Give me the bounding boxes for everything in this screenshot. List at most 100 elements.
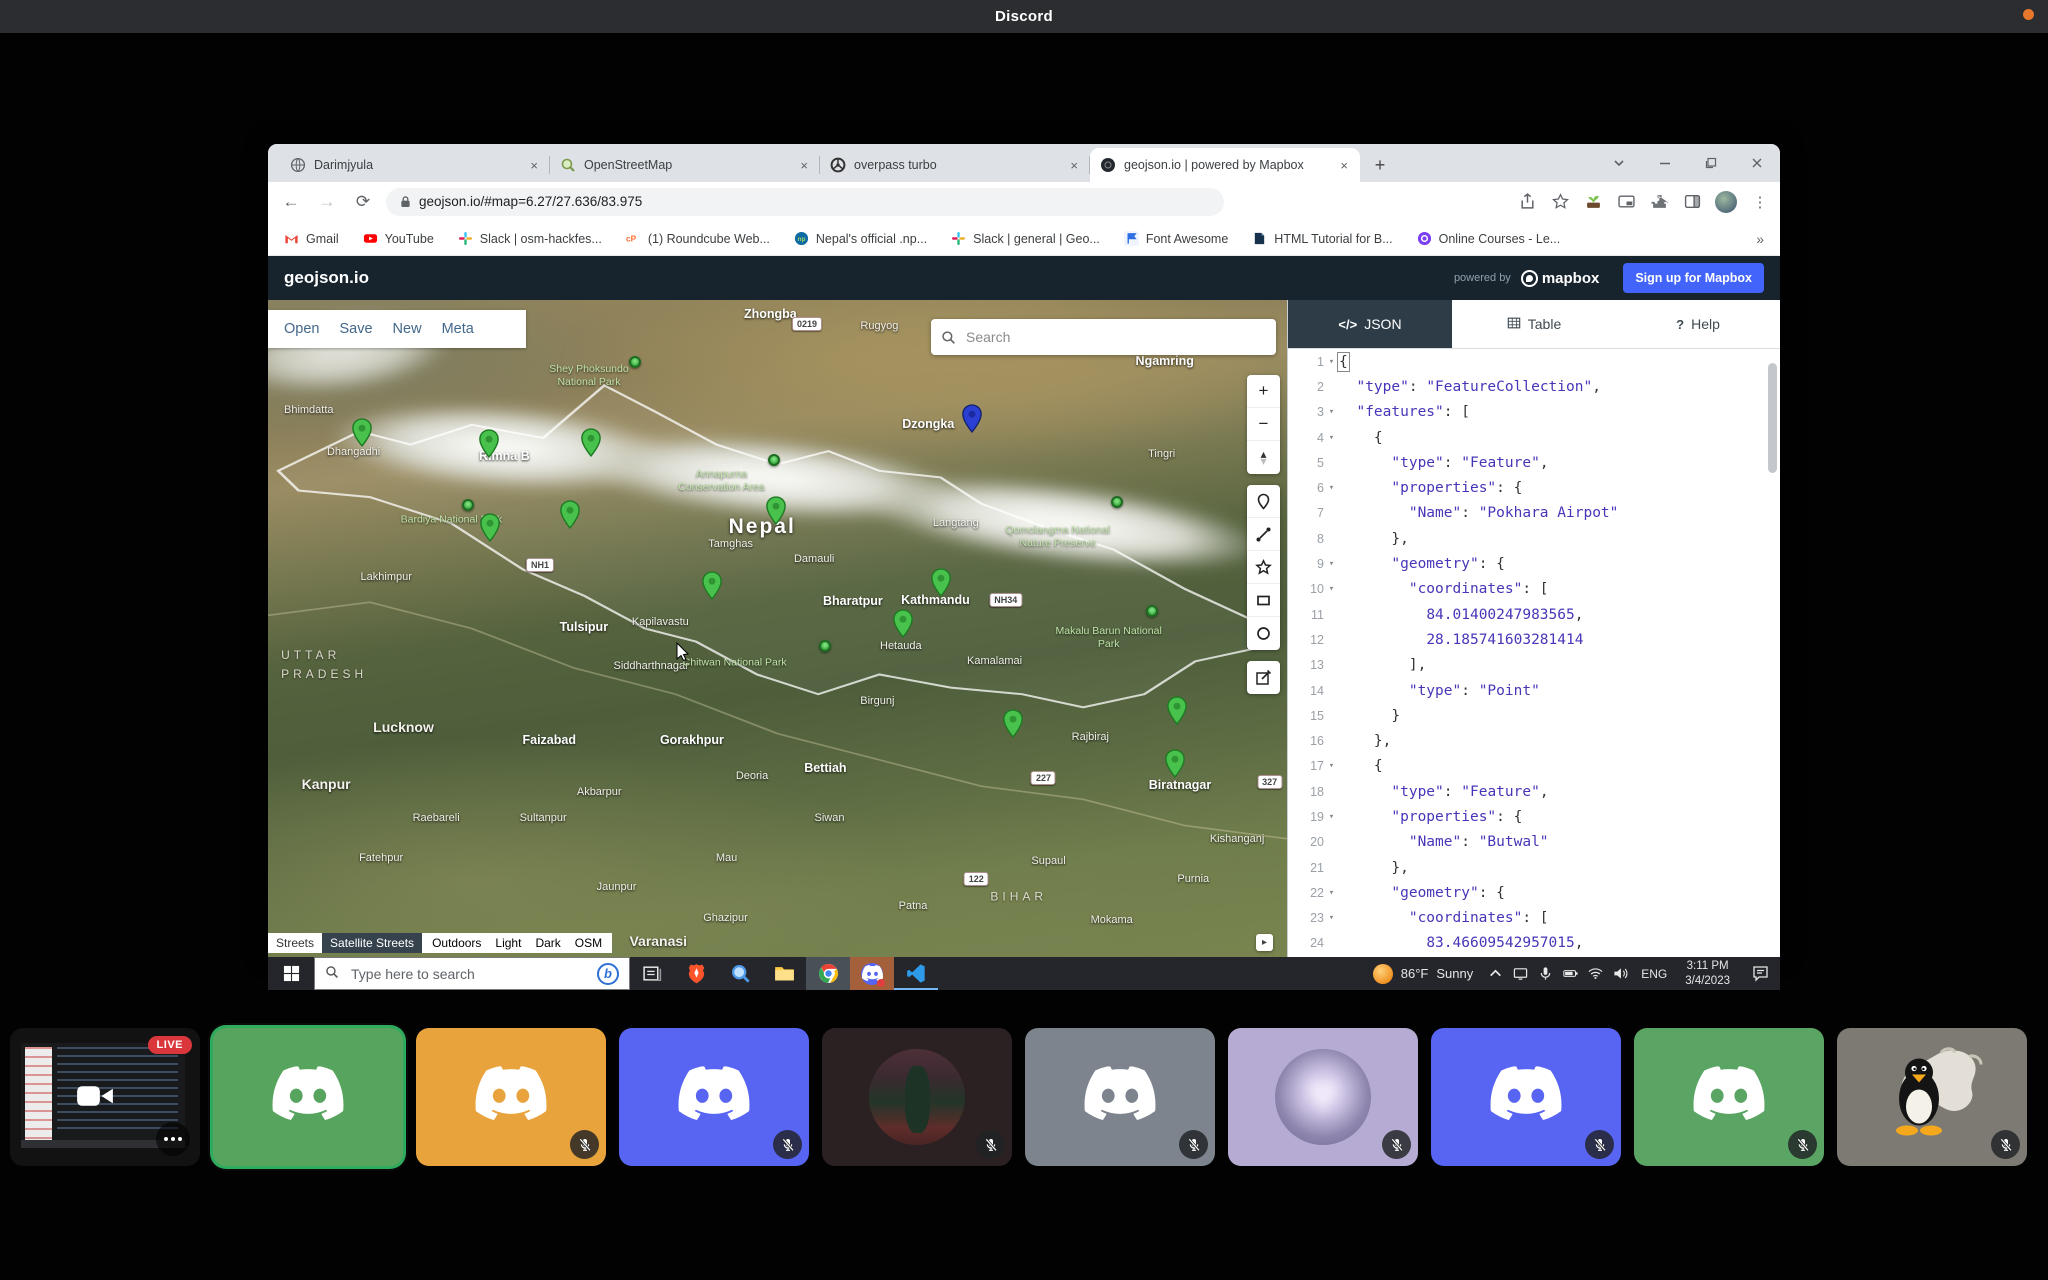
notification-center-icon[interactable]	[1740, 957, 1780, 990]
map-marker-blue[interactable]	[961, 404, 984, 433]
map-marker-pin[interactable]	[478, 429, 501, 458]
fold-arrow-icon[interactable]: ▾	[1324, 483, 1339, 493]
fold-arrow-icon[interactable]: ▾	[1324, 812, 1339, 822]
tab-close-icon[interactable]: ×	[528, 158, 540, 173]
compass-button[interactable]: ▴▾	[1247, 441, 1280, 474]
signup-mapbox-button[interactable]: Sign up for Mapbox	[1623, 263, 1764, 293]
extensions-puzzle-icon[interactable]	[1649, 192, 1669, 212]
forward-button[interactable]: →	[314, 192, 340, 212]
taskbar-chrome-icon[interactable]	[806, 957, 850, 990]
fold-arrow-icon[interactable]: ▾	[1324, 584, 1339, 594]
language-indicator[interactable]: ENG	[1633, 967, 1675, 981]
mapbox-logo[interactable]: mapbox	[1521, 270, 1600, 287]
map-marker-pin[interactable]	[580, 428, 603, 457]
fold-arrow-icon[interactable]: ▾	[1324, 761, 1339, 771]
editor-scrollbar[interactable]	[1768, 363, 1777, 473]
participant-tile[interactable]	[1634, 1028, 1824, 1166]
taskbar-discord-icon[interactable]	[850, 957, 894, 990]
bookmark-item[interactable]: HTML Tutorial for B...	[1252, 231, 1392, 246]
map-menu-meta[interactable]: Meta	[442, 321, 474, 337]
taskbar-file-explorer-icon[interactable]	[762, 957, 806, 990]
url-bar[interactable]: geojson.io/#map=6.27/27.636/83.975	[386, 188, 1224, 216]
zoom-out-button[interactable]: −	[1247, 408, 1280, 441]
participant-tile[interactable]	[1431, 1028, 1621, 1166]
map-marker-dot[interactable]	[1111, 496, 1123, 508]
json-editor[interactable]: 1▾{2 "type": "FeatureCollection",3▾ "fea…	[1288, 349, 1780, 957]
bookmark-item[interactable]: npNepal's official .np...	[794, 231, 927, 246]
layer-dark[interactable]: Dark	[535, 936, 560, 950]
map-marker-pin[interactable]	[1163, 749, 1186, 778]
draw-rectangle-button[interactable]	[1247, 584, 1280, 617]
taskbar-search[interactable]: b	[314, 957, 630, 990]
map-canvas[interactable]: NepalZhongbaRugyogDzongkaTingriNgamringK…	[268, 300, 1287, 957]
browser-tab[interactable]: geojson.io | powered by Mapbox×	[1090, 148, 1360, 182]
draw-line-button[interactable]	[1247, 518, 1280, 551]
browser-tab[interactable]: overpass turbo×	[820, 148, 1090, 182]
bookmark-star-icon[interactable]	[1550, 192, 1570, 212]
back-button[interactable]: ←	[278, 192, 304, 212]
taskbar-task-view-icon[interactable]	[630, 957, 674, 990]
chevron-up-icon[interactable]	[1483, 957, 1508, 990]
tile-more-button[interactable]	[156, 1122, 190, 1156]
map-marker-pin[interactable]	[1165, 696, 1188, 725]
taskbar-clock[interactable]: 3:11 PM 3/4/2023	[1675, 959, 1740, 989]
share-icon[interactable]	[1517, 192, 1537, 212]
participant-tile[interactable]: LIVE	[10, 1028, 200, 1166]
search-input[interactable]	[964, 328, 1266, 346]
taskbar-brave-icon[interactable]	[674, 957, 718, 990]
fold-arrow-icon[interactable]: ▾	[1324, 357, 1339, 367]
display-icon[interactable]	[1508, 957, 1533, 990]
tab-close-icon[interactable]: ×	[1338, 158, 1350, 173]
map-marker-pin[interactable]	[929, 568, 952, 597]
fold-arrow-icon[interactable]: ▾	[1324, 888, 1339, 898]
close-button[interactable]	[1734, 144, 1780, 182]
profile-avatar[interactable]	[1715, 191, 1737, 213]
new-tab-button[interactable]: +	[1366, 151, 1394, 179]
bookmark-item[interactable]: Slack | osm-hackfes...	[458, 231, 602, 246]
browser-menu-icon[interactable]: ⋮	[1750, 192, 1770, 212]
map-marker-pin[interactable]	[350, 418, 373, 447]
battery-icon[interactable]	[1558, 957, 1583, 990]
zoom-in-button[interactable]: +	[1247, 375, 1280, 408]
map-marker-pin[interactable]	[1001, 709, 1024, 738]
bookmark-item[interactable]: Online Courses - Le...	[1417, 231, 1561, 246]
draw-polygon-button[interactable]	[1247, 551, 1280, 584]
map-marker-dot[interactable]	[1146, 605, 1158, 617]
bookmark-item[interactable]: YouTube	[363, 231, 434, 246]
participant-tile[interactable]	[619, 1028, 809, 1166]
extension-plant-icon[interactable]	[1583, 192, 1603, 212]
map-menu-new[interactable]: New	[393, 321, 422, 337]
minimize-button[interactable]	[1642, 144, 1688, 182]
map-marker-dot[interactable]	[819, 640, 831, 652]
panel-tab-help[interactable]: ?Help	[1616, 300, 1780, 348]
tab-search-chevron-icon[interactable]	[1596, 144, 1642, 182]
layer-satellite-streets[interactable]: Satellite Streets	[322, 933, 422, 953]
participant-tile[interactable]	[1025, 1028, 1215, 1166]
layer-outdoors[interactable]: Outdoors	[432, 936, 481, 950]
layer-collapse-button[interactable]: ▸	[1256, 934, 1273, 951]
volume-icon[interactable]	[1608, 957, 1633, 990]
map-menu-save[interactable]: Save	[339, 321, 372, 337]
bookmark-item[interactable]: Gmail	[284, 231, 339, 246]
participant-tile[interactable]	[822, 1028, 1012, 1166]
fold-arrow-icon[interactable]: ▾	[1324, 913, 1339, 923]
pip-icon[interactable]	[1616, 192, 1636, 212]
map-marker-pin[interactable]	[558, 500, 581, 529]
reload-button[interactable]: ⟳	[350, 192, 376, 212]
panel-tab-json[interactable]: </>JSON	[1288, 300, 1452, 348]
map-menu-open[interactable]: Open	[284, 321, 319, 337]
start-button[interactable]	[268, 957, 314, 990]
layer-osm[interactable]: OSM	[575, 936, 602, 950]
participant-tile[interactable]	[1228, 1028, 1418, 1166]
map-marker-pin[interactable]	[479, 513, 502, 542]
fold-arrow-icon[interactable]: ▾	[1324, 433, 1339, 443]
map-marker-pin[interactable]	[891, 609, 914, 638]
layer-light[interactable]: Light	[495, 936, 521, 950]
mic-icon[interactable]	[1533, 957, 1558, 990]
bookmark-item[interactable]: Font Awesome	[1124, 231, 1228, 246]
taskbar-search-app-icon[interactable]	[718, 957, 762, 990]
map-marker-dot[interactable]	[768, 454, 780, 466]
side-panel-icon[interactable]	[1682, 192, 1702, 212]
edit-features-button[interactable]	[1247, 661, 1280, 694]
bookmark-item[interactable]: cP(1) Roundcube Web...	[626, 231, 770, 246]
